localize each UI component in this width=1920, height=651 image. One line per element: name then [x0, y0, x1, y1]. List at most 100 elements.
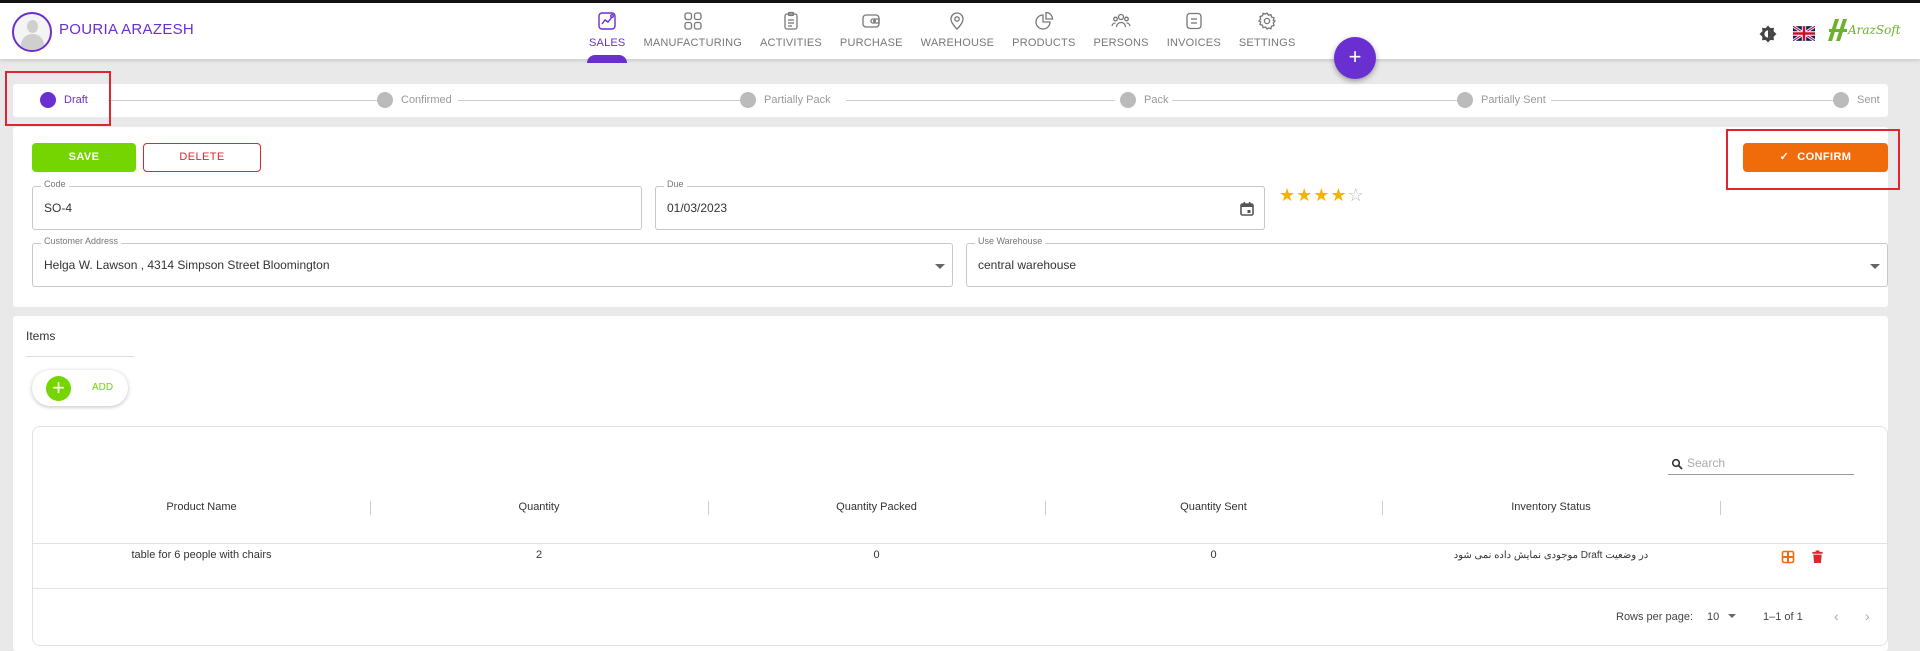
star-filled-icon[interactable]: ★ — [1279, 185, 1296, 205]
step-dot-draft — [40, 92, 56, 108]
calendar-icon[interactable] — [1239, 201, 1255, 217]
next-page-icon[interactable]: › — [1865, 608, 1870, 624]
manufacturing-grid-icon — [684, 12, 702, 30]
code-field[interactable]: Code SO-4 — [32, 179, 642, 230]
column-header-quantity-sent[interactable]: Quantity Sent — [1045, 501, 1382, 513]
code-value: SO-4 — [44, 201, 73, 215]
delete-button[interactable]: DELETE — [143, 143, 261, 172]
rating-stars[interactable]: ★★★★☆ — [1279, 185, 1365, 206]
nav-label-settings: SETTINGS — [1238, 37, 1296, 49]
confirm-button[interactable]: ✓ CONFIRM — [1743, 143, 1888, 172]
star-filled-icon[interactable]: ★ — [1330, 185, 1347, 205]
star-filled-icon[interactable]: ★ — [1313, 185, 1330, 205]
nav-item-persons[interactable]: PERSONS — [1085, 11, 1158, 61]
nav-item-manufacturing[interactable]: MANUFACTURING — [634, 11, 751, 61]
step-partially-pack[interactable]: Partially Pack — [740, 92, 831, 108]
step-dot-pack — [1120, 92, 1136, 108]
nav-label-sales: SALES — [589, 37, 626, 49]
user-avatar[interactable] — [12, 12, 52, 52]
nav-label-activities: ACTIVITIES — [760, 37, 822, 49]
nav-label-manufacturing: MANUFACTURING — [643, 37, 743, 49]
step-label-sent: Sent — [1857, 94, 1880, 106]
column-header-inventory-status[interactable]: Inventory Status — [1382, 501, 1720, 513]
purchase-wallet-icon — [862, 14, 880, 28]
theme-toggle-icon[interactable] — [1758, 24, 1778, 44]
nav-label-products: PRODUCTS — [1012, 37, 1076, 49]
warehouse-value: central warehouse — [978, 258, 1077, 272]
table-search[interactable] — [1668, 455, 1854, 475]
column-header-product-name[interactable]: Product Name — [33, 501, 370, 513]
nav-item-warehouse[interactable]: WAREHOUSE — [912, 11, 1004, 61]
confirm-label: CONFIRM — [1797, 151, 1852, 163]
user-name[interactable]: POURIA ARAZESH — [59, 21, 194, 38]
main-nav: SALES MANUFACTURING ACTIVITIES PURCHASE … — [580, 11, 1305, 63]
nav-label-invoices: INVOICES — [1166, 37, 1221, 49]
chevron-down-icon[interactable] — [935, 264, 945, 269]
add-item-button[interactable]: + ADD — [32, 370, 128, 406]
plus-icon: + — [46, 376, 71, 401]
arazsoft-logo: ArazSoft — [1826, 17, 1901, 43]
items-title: Items — [26, 329, 56, 343]
add-new-fab[interactable]: + — [1334, 37, 1376, 79]
search-input[interactable] — [1687, 455, 1847, 471]
nav-item-sales[interactable]: SALES — [580, 11, 634, 63]
rows-per-page-value: 10 — [1707, 611, 1720, 623]
customer-address-label: Customer Address — [41, 236, 122, 246]
cell-product-name: table for 6 people with chairs — [131, 549, 272, 561]
nav-item-settings[interactable]: SETTINGS — [1230, 11, 1305, 61]
settings-gear-icon — [1258, 12, 1277, 30]
step-label-partially-sent: Partially Sent — [1481, 94, 1546, 106]
nav-item-invoices[interactable]: INVOICES — [1158, 11, 1230, 61]
search-icon — [1671, 458, 1683, 470]
star-filled-icon[interactable]: ★ — [1296, 185, 1313, 205]
step-connector — [1172, 100, 1461, 101]
nav-item-activities[interactable]: ACTIVITIES — [751, 11, 831, 61]
step-dot-confirmed — [377, 92, 393, 108]
column-header-quantity-packed[interactable]: Quantity Packed — [708, 501, 1045, 513]
customer-address-select[interactable]: Customer Address Helga W. Lawson , 4314 … — [32, 236, 953, 287]
pack-box-icon[interactable] — [1781, 550, 1795, 564]
logo-text: ArazSoft — [1848, 23, 1901, 37]
arazsoft-mark-icon — [1828, 19, 1847, 41]
items-table: Product Name Quantity Quantity Packed Qu… — [32, 426, 1888, 646]
star-empty-icon[interactable]: ☆ — [1348, 185, 1365, 205]
uk-flag-icon[interactable] — [1793, 26, 1815, 41]
step-label-pack: Pack — [1144, 94, 1169, 106]
warehouse-select[interactable]: Use Warehouse central warehouse — [966, 236, 1888, 287]
nav-label-warehouse: WAREHOUSE — [920, 37, 995, 49]
step-pack[interactable]: Pack — [1120, 92, 1168, 108]
step-dot-sent — [1833, 92, 1849, 108]
column-header-quantity[interactable]: Quantity — [370, 501, 708, 513]
step-partially-sent[interactable]: Partially Sent — [1457, 92, 1546, 108]
warehouse-label: Use Warehouse — [975, 236, 1046, 246]
chevron-down-icon[interactable] — [1870, 264, 1880, 269]
table-row[interactable]: table for 6 people with chairs 2 0 0 موج… — [33, 547, 1887, 565]
step-draft[interactable]: Draft — [40, 92, 88, 108]
cell-inventory-status: موجودی نمایش داده نمی شود Draft در وضعیت — [1453, 550, 1649, 561]
activities-clipboard-icon — [784, 11, 798, 30]
invoices-list-icon — [1186, 12, 1202, 30]
save-button[interactable]: SAVE — [32, 143, 136, 172]
cell-quantity-packed: 0 — [873, 549, 880, 561]
step-connector — [108, 100, 386, 101]
customer-address-value: Helga W. Lawson , 4314 Simpson Street Bl… — [44, 258, 330, 272]
step-sent[interactable]: Sent — [1833, 92, 1880, 108]
step-confirmed[interactable]: Confirmed — [377, 92, 452, 108]
items-divider — [26, 356, 134, 357]
delete-trash-icon[interactable] — [1811, 550, 1824, 564]
due-date-field[interactable]: Due 01/03/2023 — [655, 179, 1265, 230]
code-field-label: Code — [41, 179, 69, 189]
cell-quantity: 2 — [535, 549, 543, 561]
order-form-panel: SAVE DELETE ✓ CONFIRM Code SO-4 Due 01/03… — [13, 127, 1888, 307]
nav-item-purchase[interactable]: PURCHASE — [831, 11, 912, 61]
pagination-range: 1–1 of 1 — [1763, 611, 1803, 623]
avatar-shoulders — [21, 34, 44, 50]
rows-per-page-label: Rows per page: — [1616, 611, 1694, 623]
nav-label-persons: PERSONS — [1093, 37, 1149, 49]
prev-page-icon[interactable]: ‹ — [1834, 608, 1839, 624]
step-label-confirmed: Confirmed — [401, 94, 452, 106]
warehouse-location-icon — [950, 12, 965, 30]
rows-per-page-select[interactable]: 10 — [1707, 611, 1737, 623]
row-divider — [33, 588, 1887, 589]
nav-item-products[interactable]: PRODUCTS — [1003, 11, 1084, 61]
